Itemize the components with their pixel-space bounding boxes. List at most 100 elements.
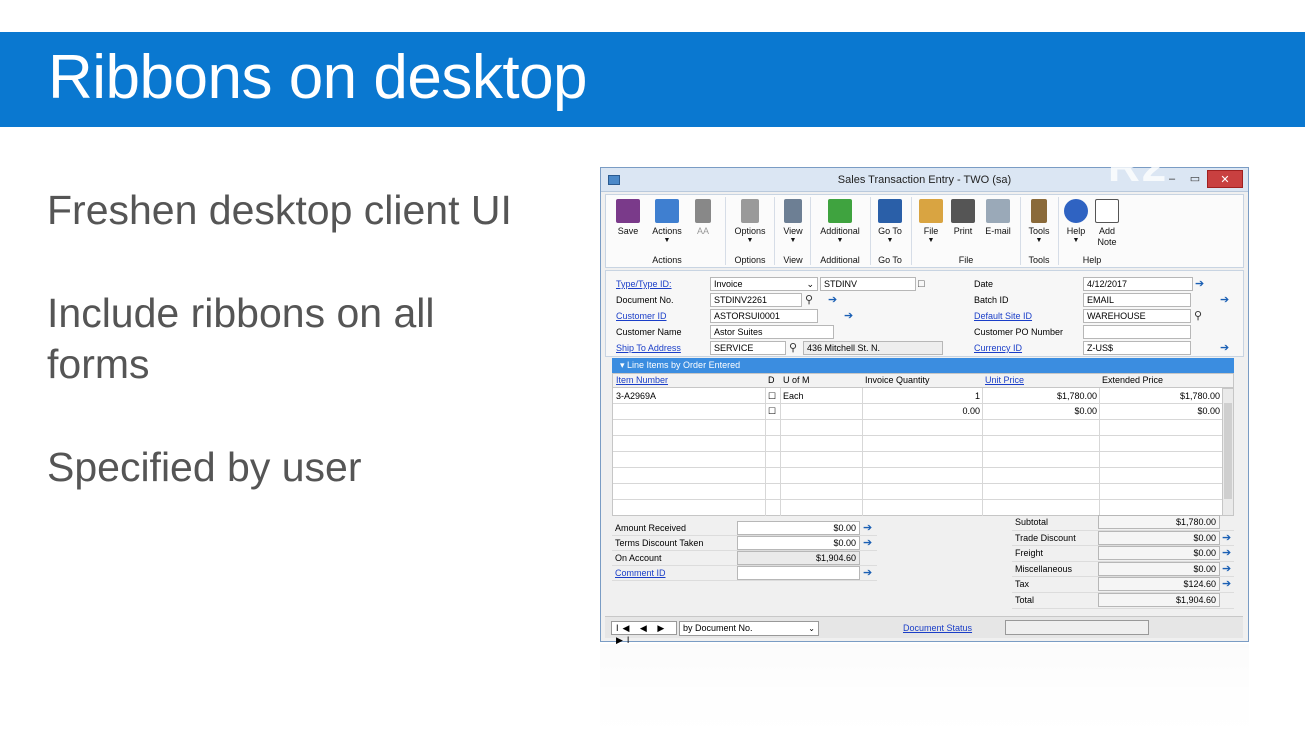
arrow-right-icon[interactable]: ➔	[1222, 531, 1231, 545]
ribbon-label: Options	[734, 226, 766, 236]
type-id-link[interactable]: Type/Type ID:	[616, 277, 672, 292]
ribbon-label: Help	[1066, 226, 1086, 236]
close-button[interactable]: ✕	[1207, 170, 1243, 188]
site-field[interactable]: WAREHOUSE	[1083, 309, 1191, 323]
search-icon[interactable]: ⚲	[1194, 309, 1202, 323]
ribbon-label: View	[783, 226, 803, 236]
grid-scrollbar[interactable]	[1222, 388, 1234, 516]
maximize-button[interactable]: ▭	[1184, 170, 1206, 188]
total-label: Total	[1015, 594, 1035, 605]
arrow-right-icon[interactable]: ➔	[1222, 562, 1231, 576]
ship-to-link[interactable]: Ship To Address	[616, 341, 681, 356]
totals-right: Subtotal $1,780.00 Trade Discount $0.00 …	[1012, 515, 1234, 609]
grid-line	[613, 451, 1223, 452]
arrow-right-icon[interactable]: ➔	[1220, 293, 1229, 307]
arrow-right-icon[interactable]: ➔	[1222, 546, 1231, 560]
chevron-down-icon: ▼	[663, 237, 671, 244]
folder-icon	[919, 199, 943, 223]
customer-id-field[interactable]: ASTORSUI0001	[710, 309, 818, 323]
arrow-right-icon[interactable]: ➔	[863, 536, 872, 550]
row2-ext[interactable]: $0.00	[1100, 404, 1220, 419]
ribbon-print-button[interactable]: Print	[949, 199, 977, 237]
on-account-label: On Account	[615, 553, 662, 563]
docno-field[interactable]: STDINV2261	[710, 293, 802, 307]
comment-id-field[interactable]	[737, 566, 860, 580]
subtotal-value: $1,780.00	[1098, 515, 1220, 529]
note-icon[interactable]: □	[918, 277, 925, 291]
ribbon-email-button[interactable]: E-mail	[981, 199, 1015, 237]
po-field[interactable]	[1083, 325, 1191, 339]
ribbon-save-button[interactable]: Save	[612, 199, 644, 237]
type-id-field[interactable]: STDINV	[820, 277, 916, 291]
chevron-down-icon: ▼	[927, 237, 935, 244]
row2-qty[interactable]: 0.00	[863, 404, 980, 419]
ribbon-file-button[interactable]: File ▼	[917, 199, 945, 245]
arrow-right-icon[interactable]: ➔	[1195, 277, 1204, 291]
ribbon-view-button[interactable]: View ▼	[778, 199, 808, 245]
note-icon	[1095, 199, 1119, 223]
row1-qty[interactable]: 1	[863, 389, 980, 404]
row1-item[interactable]: 3-A2969A	[616, 389, 656, 404]
row2-price[interactable]: $0.00	[983, 404, 1097, 419]
ribbon-additional-button[interactable]: Additional ▼	[814, 199, 866, 245]
customer-id-link[interactable]: Customer ID	[616, 309, 667, 324]
email-icon	[986, 199, 1010, 223]
record-nav-buttons[interactable]: I◀ ◀ ▶ ▶I	[611, 621, 677, 645]
row1-uom[interactable]: Each	[783, 389, 804, 404]
terms-discount-field[interactable]: $0.00	[737, 536, 860, 550]
ribbon-label: Save	[617, 226, 639, 236]
batch-field[interactable]: EMAIL	[1083, 293, 1191, 307]
default-site-link[interactable]: Default Site ID	[974, 309, 1032, 324]
arrow-right-icon[interactable]: ➔	[828, 293, 837, 307]
ribbon-add-note-button[interactable]: Add Note	[1092, 199, 1122, 248]
sort-select[interactable]: by Document No. ⌄	[679, 621, 819, 636]
arrow-right-icon[interactable]: ➔	[863, 566, 872, 580]
group-label-tools: Tools	[1028, 255, 1050, 265]
ribbon-aa-button[interactable]: AA	[690, 199, 716, 237]
row2-checkbox[interactable]: ☐	[768, 404, 776, 419]
ribbon-actions-button[interactable]: Actions ▼	[648, 199, 686, 245]
row1-price[interactable]: $1,780.00	[983, 389, 1097, 404]
arrow-right-icon[interactable]: ➔	[844, 309, 853, 323]
arrow-right-icon[interactable]: ➔	[863, 521, 872, 535]
arrow-right-icon[interactable]: ➔	[1222, 577, 1231, 591]
view-icon	[784, 199, 802, 223]
document-status-link[interactable]: Document Status	[903, 623, 972, 633]
currency-field[interactable]: Z-US$	[1083, 341, 1191, 355]
row1-checkbox[interactable]: ☐	[768, 389, 776, 404]
group-label-additional: Additional	[820, 255, 860, 265]
date-field[interactable]: 4/12/2017	[1083, 277, 1193, 291]
ribbon-tools-button[interactable]: Tools ▼	[1024, 199, 1054, 245]
shipto-field[interactable]: SERVICE	[710, 341, 786, 355]
bullet-2: Include ribbons on all forms	[47, 290, 435, 387]
comment-id-link[interactable]: Comment ID	[615, 566, 666, 581]
group-label-actions: Actions	[652, 255, 682, 265]
arrow-right-icon[interactable]: ➔	[1220, 341, 1229, 355]
grid-columns: Item Number D U of M Invoice Quantity Un…	[612, 373, 1234, 388]
ribbon-options-button[interactable]: Options ▼	[730, 199, 770, 245]
trade-discount-value[interactable]: $0.00	[1098, 530, 1220, 545]
scroll-thumb[interactable]	[1224, 403, 1232, 499]
search-icon[interactable]: ⚲	[805, 293, 813, 307]
watermark: R2	[1108, 142, 1169, 191]
misc-value[interactable]: $0.00	[1098, 561, 1220, 576]
chevron-down-icon: ▼	[1072, 237, 1080, 244]
amount-received-field[interactable]: $0.00	[737, 521, 860, 535]
ribbon-goto-button[interactable]: Go To ▼	[873, 199, 907, 245]
tax-value[interactable]: $124.60	[1098, 577, 1220, 592]
additional-icon	[828, 199, 852, 223]
row-docno: Document No. STDINV2261 ⚲ ➔ Batch ID EMA…	[606, 293, 1243, 308]
col-unit-price[interactable]: Unit Price	[985, 374, 1024, 387]
col-item-number[interactable]: Item Number	[616, 374, 668, 387]
group-label-options: Options	[734, 255, 766, 265]
grid-line	[613, 499, 1223, 500]
custname-field[interactable]: Astor Suites	[710, 325, 834, 339]
col-qty: Invoice Quantity	[865, 375, 930, 385]
currency-link[interactable]: Currency ID	[974, 341, 1022, 356]
type-select[interactable]: Invoice ⌄	[710, 277, 818, 291]
ribbon-help-button[interactable]: Help ▼	[1062, 199, 1090, 245]
line-items-header[interactable]: ▾ Line Items by Order Entered	[612, 358, 1234, 373]
search-icon[interactable]: ⚲	[789, 341, 797, 355]
row1-ext[interactable]: $1,780.00	[1100, 389, 1220, 404]
freight-value[interactable]: $0.00	[1098, 546, 1220, 561]
